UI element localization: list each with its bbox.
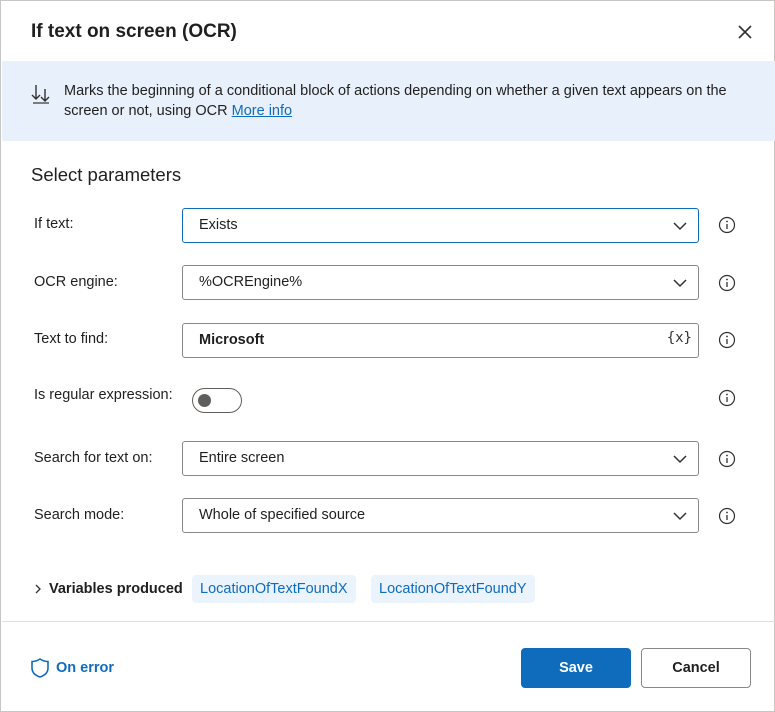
search-mode-dropdown[interactable]: Whole of specified source: [182, 498, 699, 533]
search-for-text-on-dropdown[interactable]: Entire screen: [182, 441, 699, 476]
toggle-knob: [198, 394, 211, 407]
description: Marks the beginning of a conditional blo…: [64, 83, 727, 119]
shield-icon: [31, 658, 49, 678]
chevron-right-icon: [35, 584, 41, 594]
is-regex-label: Is regular expression:: [34, 387, 173, 403]
is-regex-toggle[interactable]: [192, 388, 242, 413]
search-for-text-on-value: Entire screen: [199, 450, 285, 466]
more-info-link[interactable]: More info: [232, 103, 292, 119]
chevron-down-icon: [673, 279, 687, 288]
cancel-button[interactable]: Cancel: [641, 648, 751, 688]
info-icon[interactable]: [718, 331, 736, 349]
search-mode-label: Search mode:: [34, 507, 125, 523]
save-button[interactable]: Save: [521, 648, 631, 688]
on-error-label: On error: [56, 660, 115, 676]
variables-produced-label: Variables produced: [49, 581, 183, 597]
info-icon[interactable]: [718, 507, 736, 525]
if-text-dropdown[interactable]: Exists: [182, 208, 699, 243]
text-to-find-value: Microsoft: [199, 332, 265, 348]
search-mode-value: Whole of specified source: [199, 507, 366, 523]
search-for-text-on-label: Search for text on:: [34, 450, 153, 466]
dialog: If text on screen (OCR) Marks the beginn…: [0, 0, 775, 712]
chevron-down-icon: [673, 455, 687, 464]
description-banner: Marks the beginning of a conditional blo…: [2, 61, 775, 141]
info-icon[interactable]: [718, 450, 736, 468]
ocr-engine-value: %OCREngine%: [199, 274, 303, 290]
info-icon[interactable]: [718, 216, 736, 234]
section-title: Select parameters: [31, 164, 182, 185]
ocr-engine-dropdown[interactable]: %OCREngine%: [182, 265, 699, 300]
chevron-down-icon: [673, 512, 687, 521]
text-to-find-input[interactable]: Microsoft {x}: [182, 323, 699, 358]
if-text-label: If text:: [34, 216, 74, 232]
chevron-down-icon: [673, 222, 687, 231]
footer-divider: [2, 621, 775, 622]
variable-icon[interactable]: {x}: [667, 330, 692, 346]
variable-chip[interactable]: LocationOfTextFoundY: [371, 575, 535, 603]
text-to-find-label: Text to find:: [34, 331, 109, 347]
info-icon[interactable]: [718, 274, 736, 292]
close-icon: [738, 25, 752, 39]
description-text: Marks the beginning of a conditional blo…: [64, 81, 754, 121]
info-icon[interactable]: [718, 389, 736, 407]
if-text-value: Exists: [199, 217, 238, 233]
variable-chip[interactable]: LocationOfTextFoundX: [192, 575, 356, 603]
ocr-engine-label: OCR engine:: [34, 274, 118, 290]
conditional-block-icon: [31, 85, 50, 104]
close-button[interactable]: [734, 21, 756, 43]
dialog-title: If text on screen (OCR): [31, 21, 237, 42]
